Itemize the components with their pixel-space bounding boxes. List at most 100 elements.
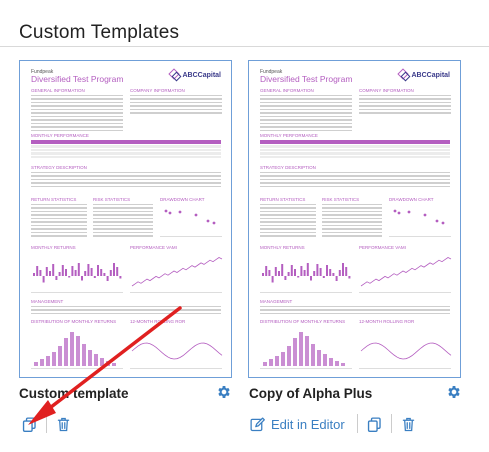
preview-return-bar — [49, 271, 51, 276]
preview-distribution-bar — [329, 358, 333, 366]
preview-return-bar — [310, 276, 312, 281]
preview-rolling-ror-line — [131, 342, 223, 360]
preview-return-bar — [278, 271, 280, 276]
preview-distribution-bar — [64, 338, 68, 366]
preview-distribution-bar — [112, 363, 116, 366]
preview-return-bar — [87, 264, 90, 276]
preview-return-bar — [36, 266, 39, 276]
preview-return-bar — [329, 269, 332, 276]
section-title: Custom Templates — [19, 22, 180, 43]
preview-return-bar — [84, 271, 87, 276]
preview-return-bar — [61, 265, 64, 276]
preview-chart-marks — [262, 209, 452, 366]
preview-distribution-bar — [106, 361, 110, 366]
preview-rolling-ror-line — [360, 342, 452, 360]
preview-vami-line — [360, 257, 452, 287]
preview-return-bar — [116, 267, 119, 276]
preview-return-bar — [338, 270, 341, 276]
preview-return-bar — [268, 270, 271, 276]
preview-return-bar — [97, 265, 99, 276]
preview-return-bar — [71, 266, 74, 276]
preview-distribution-bar — [100, 358, 104, 366]
preview-drawdown-point — [435, 219, 439, 223]
preview-distribution-bar — [293, 338, 297, 366]
preview-distribution-bar — [88, 350, 92, 366]
preview-return-bar — [335, 276, 338, 281]
copy-template-button[interactable] — [21, 415, 38, 433]
preview-drawdown-point — [441, 221, 445, 225]
preview-distribution-bar — [94, 354, 98, 366]
preview-distribution-bar — [46, 356, 50, 366]
preview-return-bar — [326, 265, 328, 276]
preview-return-bar — [284, 276, 287, 280]
delete-template-button[interactable] — [55, 415, 72, 433]
preview-chart-marks — [33, 209, 223, 366]
preview-document: Fundpeak Diversified Test Program ABCCap… — [249, 61, 460, 377]
copy-template-button[interactable] — [366, 415, 383, 433]
action-divider — [357, 414, 358, 433]
preview-return-bar — [274, 267, 277, 276]
preview-return-bar — [103, 273, 106, 276]
preview-return-bar — [77, 263, 80, 276]
preview-return-bar — [33, 273, 35, 276]
preview-distribution-bar — [341, 363, 345, 366]
preview-return-bar — [303, 270, 306, 276]
preview-distribution-bar — [82, 344, 86, 366]
preview-return-bar — [294, 269, 296, 276]
preview-return-bar — [319, 268, 322, 276]
preview-drawdown-point — [178, 210, 182, 214]
preview-return-bar — [55, 276, 58, 280]
preview-distribution-bar — [58, 346, 62, 366]
preview-return-bar — [81, 276, 83, 281]
template-name: Copy of Alpha Plus — [249, 386, 373, 401]
preview-return-bar — [100, 269, 103, 276]
preview-return-bar — [300, 266, 303, 276]
preview-drawdown-point — [423, 213, 427, 217]
preview-distribution-bar — [269, 359, 273, 366]
preview-return-bar — [39, 270, 42, 276]
gear-icon[interactable] — [446, 384, 462, 400]
preview-return-bar — [74, 270, 77, 276]
delete-template-button[interactable] — [400, 415, 417, 433]
preview-distribution-bar — [34, 362, 38, 366]
template-preview-custom-template[interactable]: Fundpeak Diversified Test Program ABCCap… — [19, 60, 232, 378]
preview-return-bar — [332, 273, 335, 276]
preview-distribution-bar — [311, 344, 315, 366]
preview-distribution-bar — [263, 362, 267, 366]
preview-return-bar — [68, 276, 71, 278]
preview-distribution-bar — [70, 332, 74, 366]
preview-return-bar — [342, 263, 344, 276]
preview-drawdown-point — [194, 213, 198, 217]
edit-in-editor-link[interactable]: Edit in Editor — [249, 415, 345, 433]
preview-return-bar — [287, 272, 290, 276]
preview-return-bar — [93, 276, 96, 278]
preview-return-bar — [322, 276, 325, 278]
preview-return-bar — [113, 263, 115, 276]
preview-return-bar — [271, 276, 274, 283]
preview-return-bar — [65, 269, 67, 276]
preview-return-bar — [109, 270, 112, 276]
preview-return-bar — [290, 265, 293, 276]
preview-return-bar — [281, 264, 284, 276]
preview-drawdown-point — [397, 211, 401, 215]
preview-drawdown-point — [212, 221, 216, 225]
preview-return-bar — [58, 272, 61, 276]
preview-return-bar — [119, 276, 122, 279]
preview-distribution-bar — [323, 354, 327, 366]
preview-distribution-bar — [76, 336, 80, 366]
preview-return-bar — [90, 268, 93, 276]
edit-icon — [250, 416, 265, 431]
preview-distribution-bar — [40, 359, 44, 366]
preview-return-bar — [106, 276, 109, 281]
preview-return-bar — [265, 266, 268, 276]
trash-icon — [57, 417, 70, 431]
action-divider — [391, 414, 392, 433]
preview-drawdown-point — [206, 219, 210, 223]
preview-return-bar — [313, 271, 316, 276]
template-preview-copy-of-alpha-plus[interactable]: Fundpeak Diversified Test Program ABCCap… — [248, 60, 461, 378]
gear-icon[interactable] — [216, 384, 232, 400]
preview-distribution-bar — [305, 336, 309, 366]
preview-distribution-bar — [299, 332, 303, 366]
preview-distribution-bar — [52, 352, 56, 366]
preview-return-bar — [297, 276, 300, 278]
